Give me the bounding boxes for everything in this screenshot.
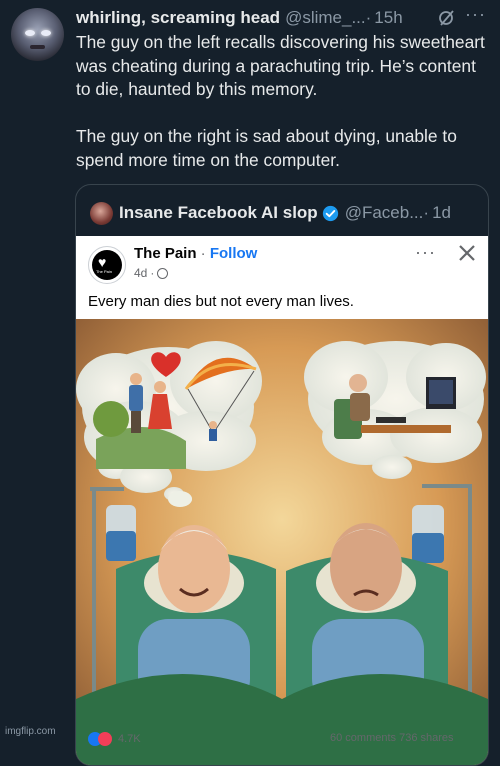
author-handle[interactable]: @slime_... <box>285 8 366 28</box>
post-meta: 4d · <box>134 266 169 280</box>
small-thought-bubble <box>172 492 192 506</box>
page-logo: ♥ The Pain <box>88 246 126 284</box>
comments-shares: 60 comments 736 shares <box>330 732 454 744</box>
page-name: The Pain <box>134 245 197 262</box>
tweet-header: whirling, screaming head @slime_... · 15… <box>76 4 486 28</box>
separator-dot: · <box>423 203 430 222</box>
broken-heart-icon: ♥ <box>98 254 107 270</box>
author-name[interactable]: whirling, screaming head <box>76 8 280 28</box>
tweet-paragraph: The guy on the left recalls discovering … <box>76 32 485 99</box>
author-avatar[interactable] <box>11 8 64 61</box>
separator-dot: · <box>150 266 155 280</box>
quote-time[interactable]: 1d <box>432 203 451 223</box>
imgflip-watermark: imgflip.com <box>5 726 56 737</box>
page-logo-text: The Pain <box>95 269 112 274</box>
verified-badge-icon <box>322 205 338 221</box>
grok-icon[interactable] <box>438 9 456 27</box>
avatar-mouth <box>30 45 45 49</box>
ai-generated-painting <box>76 319 488 765</box>
post-age: 4d <box>134 266 148 280</box>
quote-author-handle[interactable]: @Faceb... <box>345 203 424 223</box>
tree <box>93 401 129 437</box>
post-caption: Every man dies but not every man lives. <box>88 293 354 310</box>
tweet-text: The guy on the left recalls discovering … <box>76 31 494 172</box>
globe-icon <box>157 267 169 279</box>
quote-author-name[interactable]: Insane Facebook AI slop <box>119 203 318 223</box>
quote-header: Insane Facebook AI slop @Faceb... · 1d <box>90 201 476 225</box>
reactions-bar: 4.7K <box>88 732 141 746</box>
page-line: The Pain · Follow <box>134 245 257 262</box>
reactions-count: 4.7K <box>118 733 141 745</box>
follow-button: Follow <box>209 245 258 262</box>
avatar-eye <box>41 30 51 36</box>
tweet-paragraph: The guy on the right is sad about dying,… <box>76 126 457 170</box>
separator-dot: · <box>365 8 372 27</box>
facebook-post-screenshot: ♥ The Pain The Pain · Follow 4d · ··· Ev… <box>76 236 488 765</box>
love-reaction-icon <box>98 732 112 746</box>
separator-dot: · <box>196 245 210 262</box>
close-icon <box>459 245 475 261</box>
post-more-icon: ··· <box>415 242 436 262</box>
avatar-eye <box>25 30 35 36</box>
quote-avatar[interactable] <box>90 201 113 225</box>
quoted-tweet[interactable]: Insane Facebook AI slop @Faceb... · 1d ♥… <box>75 184 489 766</box>
tweet-time[interactable]: 15h <box>374 8 402 28</box>
more-options-icon[interactable]: ··· <box>465 4 486 25</box>
